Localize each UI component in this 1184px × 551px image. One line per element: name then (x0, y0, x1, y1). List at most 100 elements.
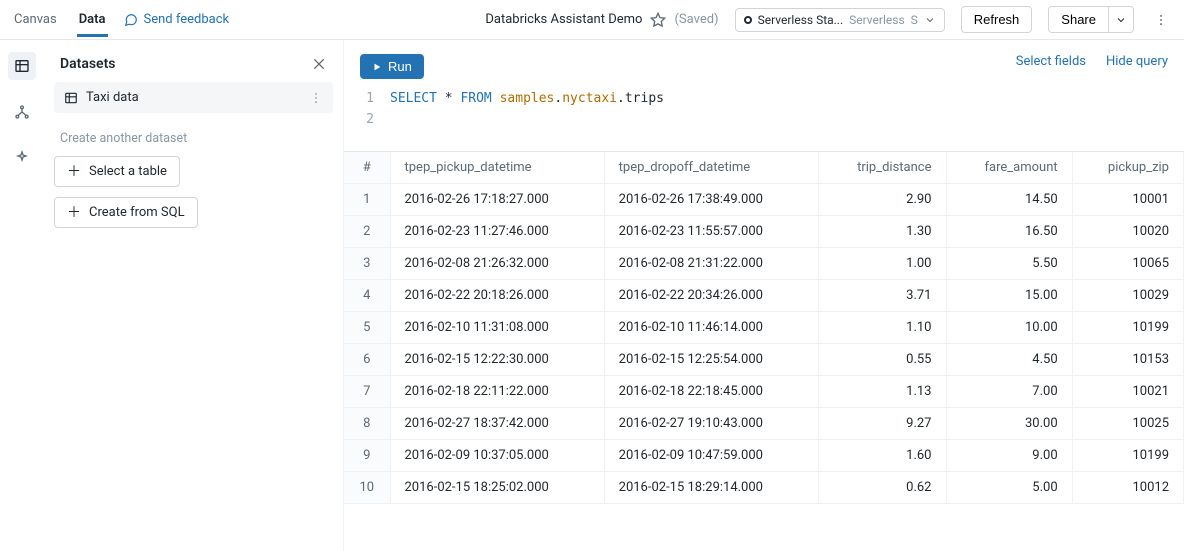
table-cell: 15.00 (946, 279, 1072, 311)
table-icon (14, 58, 30, 74)
dataset-item[interactable]: Taxi data (54, 82, 333, 113)
table-cell: 2016-02-10 11:31:08.000 (390, 311, 604, 343)
line-number: 1 (360, 89, 374, 110)
table-cell: 3 (344, 247, 390, 279)
table-row[interactable]: 42016-02-22 20:18:26.0002016-02-22 20:34… (344, 279, 1184, 311)
sparkle-icon (14, 150, 30, 166)
top-tabs: Canvas Data (12, 2, 108, 37)
table-cell: 6 (344, 343, 390, 375)
table-row[interactable]: 102016-02-15 18:25:02.0002016-02-15 18:2… (344, 471, 1184, 503)
create-from-sql-button[interactable]: ＋ Create from SQL (54, 197, 198, 228)
table-cell: 2016-02-15 12:25:54.000 (604, 343, 818, 375)
table-cell: 10025 (1072, 407, 1183, 439)
table-cell: 2016-02-22 20:34:26.000 (604, 279, 818, 311)
overflow-menu[interactable] (1150, 9, 1172, 31)
table-cell: 0.62 (818, 471, 946, 503)
table-row[interactable]: 32016-02-08 21:26:32.0002016-02-08 21:31… (344, 247, 1184, 279)
table-cell: 10020 (1072, 215, 1183, 247)
table-cell: 2016-02-08 21:26:32.000 (390, 247, 604, 279)
table-cell: 2016-02-09 10:37:05.000 (390, 439, 604, 471)
tab-canvas[interactable]: Canvas (12, 2, 59, 37)
table-cell: 2016-02-15 18:29:14.000 (604, 471, 818, 503)
kebab-icon (1154, 13, 1168, 27)
table-cell: 10065 (1072, 247, 1183, 279)
table-cell: 0.55 (818, 343, 946, 375)
table-cell: 1.30 (818, 215, 946, 247)
compute-label-2: Serverless (849, 13, 905, 27)
create-dataset-label: Create another dataset (60, 131, 327, 146)
dataset-icon (64, 91, 78, 105)
send-feedback-label: Send feedback (144, 12, 230, 27)
create-sql-label: Create from SQL (89, 205, 185, 220)
table-cell: 10199 (1072, 311, 1183, 343)
table-cell: 2016-02-18 22:18:45.000 (604, 375, 818, 407)
compute-label-1: Serverless Sta... (758, 13, 844, 27)
table-cell: 2016-02-10 11:46:14.000 (604, 311, 818, 343)
rail-schema-icon[interactable] (8, 98, 36, 126)
table-cell: 2016-02-22 20:18:26.000 (390, 279, 604, 311)
table-row[interactable]: 12016-02-26 17:18:27.0002016-02-26 17:38… (344, 183, 1184, 215)
table-cell: 10199 (1072, 439, 1183, 471)
sql-line-1: SELECT * FROM samples.nyctaxi.trips (390, 89, 664, 110)
table-row[interactable]: 82016-02-27 18:37:42.0002016-02-27 19:10… (344, 407, 1184, 439)
table-cell: 10153 (1072, 343, 1183, 375)
play-icon (372, 62, 382, 72)
table-cell: 5.50 (946, 247, 1072, 279)
table-cell: 9.27 (818, 407, 946, 439)
table-cell: 5 (344, 311, 390, 343)
kebab-icon[interactable] (309, 91, 323, 105)
table-row[interactable]: 52016-02-10 11:31:08.0002016-02-10 11:46… (344, 311, 1184, 343)
table-cell: 2 (344, 215, 390, 247)
page-title: Databricks Assistant Demo (485, 12, 642, 27)
hide-query-link[interactable]: Hide query (1106, 54, 1168, 69)
table-row[interactable]: 62016-02-15 12:22:30.0002016-02-15 12:25… (344, 343, 1184, 375)
close-icon[interactable] (311, 56, 327, 72)
table-cell: 2016-02-27 18:37:42.000 (390, 407, 604, 439)
results-table: #tpep_pickup_datetimetpep_dropoff_dateti… (344, 152, 1184, 504)
table-row[interactable]: 92016-02-09 10:37:05.0002016-02-09 10:47… (344, 439, 1184, 471)
compute-selector[interactable]: Serverless Sta... Serverless S (735, 8, 945, 32)
select-table-label: Select a table (89, 164, 167, 179)
column-header[interactable]: fare_amount (946, 152, 1072, 184)
table-cell: 2016-02-15 18:25:02.000 (390, 471, 604, 503)
run-button[interactable]: Run (360, 54, 424, 79)
send-feedback-link[interactable]: Send feedback (124, 12, 230, 27)
results-table-wrap[interactable]: #tpep_pickup_datetimetpep_dropoff_dateti… (344, 151, 1184, 504)
table-cell: 2016-02-15 12:22:30.000 (390, 343, 604, 375)
table-cell: 2016-02-26 17:18:27.000 (390, 183, 604, 215)
sql-editor[interactable]: 1 SELECT * FROM samples.nyctaxi.trips 2 (344, 79, 1184, 151)
table-cell: 1 (344, 183, 390, 215)
column-header[interactable]: tpep_dropoff_datetime (604, 152, 818, 184)
dataset-label: Taxi data (86, 90, 139, 105)
table-cell: 2016-02-27 19:10:43.000 (604, 407, 818, 439)
hierarchy-icon (14, 104, 30, 120)
table-cell: 2016-02-23 11:27:46.000 (390, 215, 604, 247)
table-cell: 7.00 (946, 375, 1072, 407)
table-row[interactable]: 22016-02-23 11:27:46.0002016-02-23 11:55… (344, 215, 1184, 247)
column-header[interactable]: tpep_pickup_datetime (390, 152, 604, 184)
star-icon[interactable] (650, 12, 666, 28)
table-cell: 2016-02-09 10:47:59.000 (604, 439, 818, 471)
table-cell: 1.00 (818, 247, 946, 279)
table-cell: 7 (344, 375, 390, 407)
table-cell: 2.90 (818, 183, 946, 215)
tab-data[interactable]: Data (77, 2, 108, 37)
select-table-button[interactable]: ＋ Select a table (54, 156, 180, 187)
compute-status-icon (744, 16, 752, 24)
select-fields-link[interactable]: Select fields (1016, 54, 1086, 69)
table-cell: 4.50 (946, 343, 1072, 375)
table-row[interactable]: 72016-02-18 22:11:22.0002016-02-18 22:18… (344, 375, 1184, 407)
share-button[interactable]: Share (1048, 6, 1108, 33)
share-dropdown-button[interactable] (1108, 6, 1134, 33)
table-cell: 16.50 (946, 215, 1072, 247)
plus-icon: ＋ (67, 206, 81, 220)
rail-data-icon[interactable] (8, 52, 36, 80)
table-cell: 9 (344, 439, 390, 471)
refresh-button[interactable]: Refresh (961, 6, 1033, 33)
rail-assistant-icon[interactable] (8, 144, 36, 172)
table-cell: 10012 (1072, 471, 1183, 503)
table-cell: 4 (344, 279, 390, 311)
column-header[interactable]: trip_distance (818, 152, 946, 184)
column-header[interactable]: # (344, 152, 390, 184)
column-header[interactable]: pickup_zip (1072, 152, 1183, 184)
